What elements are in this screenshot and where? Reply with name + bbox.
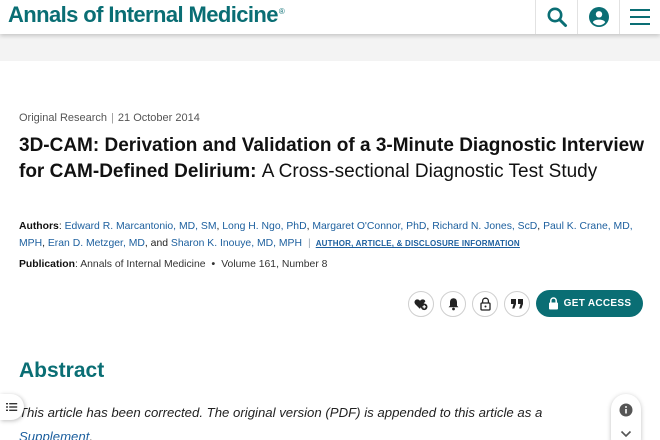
authors-conjunction: and (150, 238, 169, 249)
search-button[interactable] (535, 0, 577, 34)
cite-button[interactable] (504, 291, 530, 317)
unlock-icon (479, 297, 491, 311)
quote-icon (511, 299, 523, 309)
logo-registered-mark: ® (278, 7, 285, 16)
get-access-label: GET ACCESS (563, 298, 632, 309)
account-button[interactable] (577, 0, 619, 34)
correction-end: . (89, 429, 94, 440)
author-link[interactable]: Edward R. Marcantonio, MD, SM (65, 221, 217, 232)
author-list: Authors: Edward R. Marcantonio, MD, SM, … (19, 221, 633, 249)
list-icon (6, 403, 18, 411)
author-link[interactable]: Eran D. Metzger, MD (48, 238, 145, 249)
volume-number: Volume 161, Number 8 (221, 259, 328, 270)
supplement-link[interactable]: Supplement (19, 429, 89, 440)
heart-add-icon (414, 299, 428, 311)
menu-icon (630, 9, 650, 25)
author-link[interactable]: Margaret O'Connor, PhD (312, 221, 426, 232)
bell-icon (448, 298, 458, 311)
article-meta: Original Research | 21 October 2014 (19, 112, 200, 124)
author-link[interactable]: Long H. Ngo, PhD (222, 221, 306, 232)
author-link[interactable]: Richard N. Jones, ScD (432, 221, 537, 232)
article-title: 3D-CAM: Derivation and Validation of a 3… (19, 133, 649, 185)
journal-logo[interactable]: Annals of Internal Medicine® (8, 2, 285, 28)
author-link[interactable]: Sharon K. Inouye, MD, MPH (171, 238, 302, 249)
add-to-favorites-button[interactable] (408, 291, 434, 317)
logo-text: Annals of Internal Medicine (8, 2, 278, 27)
search-icon (547, 7, 567, 27)
journal-name: Annals of Internal Medicine (80, 259, 206, 270)
account-icon (588, 7, 609, 27)
publication-label: Publication (19, 259, 75, 270)
authors-divider: | (308, 238, 311, 249)
meta-divider: | (111, 112, 114, 124)
site-header: Annals of Internal Medicine® (0, 0, 660, 34)
floating-tools-panel (611, 394, 641, 440)
article-type: Original Research (19, 112, 108, 124)
lock-icon (548, 297, 558, 310)
info-icon[interactable] (619, 403, 633, 417)
access-options-button[interactable] (472, 291, 498, 317)
header-spacer (0, 34, 660, 61)
title-subtitle: A Cross-sectional Diagnostic Test Study (261, 161, 598, 182)
correction-text: This article has been corrected. The ori… (19, 405, 543, 420)
publication-info: Publication: Annals of Internal Medicine… (19, 259, 328, 270)
abstract-heading: Abstract (19, 359, 105, 382)
correction-notice: This article has been corrected. The ori… (19, 401, 579, 440)
chevron-down-icon[interactable] (620, 430, 632, 438)
get-access-button[interactable]: GET ACCESS (536, 290, 643, 317)
alerts-button[interactable] (440, 291, 466, 317)
author-article-disclosure-link[interactable]: AUTHOR, ARTICLE, & DISCLOSURE INFORMATIO… (316, 239, 520, 248)
authors-label: Authors (19, 221, 59, 232)
menu-button[interactable] (619, 0, 660, 34)
article-date: 21 October 2014 (117, 112, 200, 124)
publication-dot: • (211, 259, 216, 270)
